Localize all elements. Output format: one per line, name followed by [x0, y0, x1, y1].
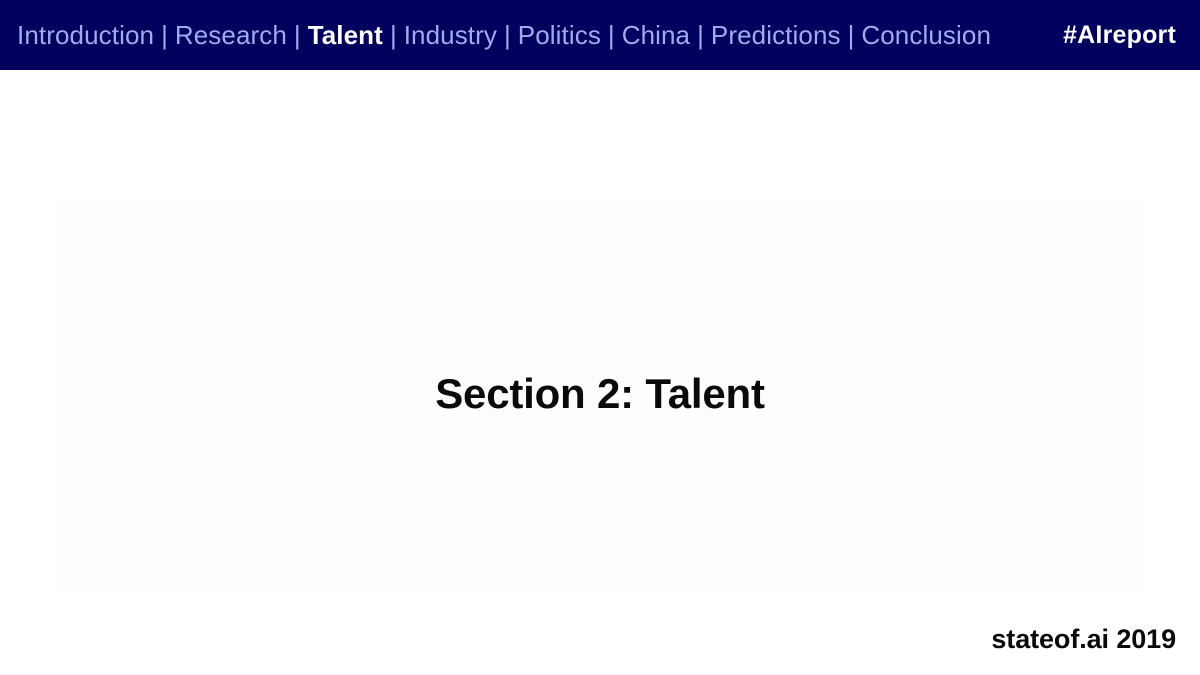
slide-root: Introduction | Research | Talent | Indus… — [0, 0, 1200, 675]
nav-item-conclusion[interactable]: Conclusion — [861, 22, 991, 48]
nav-separator: | — [697, 20, 704, 50]
section-navbar: Introduction | Research | Talent | Indus… — [0, 0, 1200, 70]
nav-separator: | — [161, 20, 168, 50]
nav-item-research[interactable]: Research — [175, 22, 287, 48]
nav-item-predictions[interactable]: Predictions — [711, 22, 841, 48]
nav-item-talent[interactable]: Talent — [308, 22, 383, 48]
nav-item-introduction[interactable]: Introduction — [17, 22, 154, 48]
nav-separator: | — [389, 20, 397, 50]
nav-item-industry[interactable]: Industry — [404, 22, 497, 48]
nav-item-china[interactable]: China — [622, 22, 690, 48]
nav-separator: | — [504, 20, 511, 50]
content-panel — [54, 198, 1146, 590]
navbar-links: Introduction | Research | Talent | Indus… — [17, 22, 991, 48]
nav-item-politics[interactable]: Politics — [518, 22, 601, 48]
nav-separator: | — [847, 20, 855, 50]
nav-separator: | — [607, 20, 615, 50]
nav-separator: | — [293, 20, 301, 50]
hashtag-airerport: #AIreport — [1063, 20, 1176, 49]
footer-brand: stateof.ai 2019 — [991, 624, 1176, 654]
